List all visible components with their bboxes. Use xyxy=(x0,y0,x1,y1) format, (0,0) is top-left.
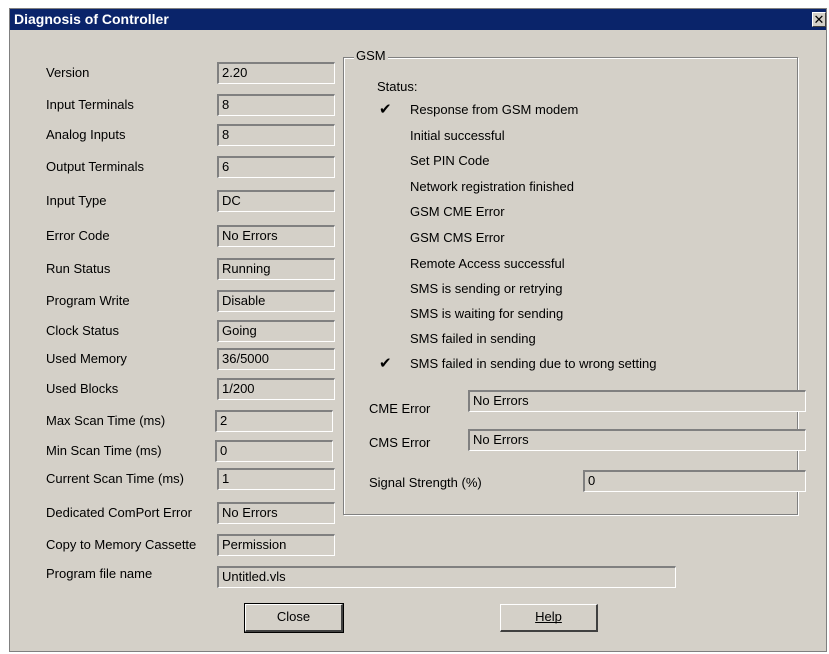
gsm-status-item: SMS is waiting for sending xyxy=(410,306,564,321)
program-file-label: Program file name xyxy=(46,566,153,581)
field-value[interactable]: 0 xyxy=(215,440,333,462)
cms-error-field[interactable]: No Errors xyxy=(468,429,806,451)
field-value[interactable]: 1 xyxy=(217,468,335,490)
field-value[interactable]: 8 xyxy=(217,94,335,116)
field-label: Current Scan Time (ms) xyxy=(46,471,184,486)
field-value[interactable]: No Errors xyxy=(217,225,335,247)
gsm-status-item: GSM CMS Error xyxy=(410,230,505,245)
field-label: Program Write xyxy=(46,293,130,308)
field-label: Dedicated ComPort Error xyxy=(46,505,192,520)
field-label: Input Terminals xyxy=(46,97,134,112)
gsm-group-title: GSM xyxy=(354,48,388,63)
gsm-status-item: GSM CME Error xyxy=(410,204,505,219)
cme-error-label: CME Error xyxy=(369,401,431,416)
gsm-status-item: SMS is sending or retrying xyxy=(410,281,563,296)
dialog-title: Diagnosis of Controller xyxy=(14,11,169,27)
field-value[interactable]: DC xyxy=(217,190,335,212)
help-button[interactable]: Help xyxy=(500,604,598,632)
close-button[interactable]: Close xyxy=(244,603,344,633)
field-label: Version xyxy=(46,65,90,80)
field-value[interactable]: No Errors xyxy=(217,502,335,524)
gsm-status-item: SMS failed in sending xyxy=(410,331,536,346)
field-label: Used Blocks xyxy=(46,381,119,396)
field-value[interactable]: 36/5000 xyxy=(217,348,335,370)
cms-error-label: CMS Error xyxy=(369,435,431,450)
gsm-status-label: Status: xyxy=(377,79,418,94)
program-file-field[interactable]: Untitled.vls xyxy=(217,566,676,588)
checkmark-icon: ✔ xyxy=(379,101,392,118)
signal-strength-label: Signal Strength (%) xyxy=(369,475,482,490)
gsm-status-item: Remote Access successful xyxy=(410,256,565,271)
field-value[interactable]: 6 xyxy=(217,156,335,178)
field-label: Max Scan Time (ms) xyxy=(46,413,166,428)
field-label: Min Scan Time (ms) xyxy=(46,443,162,458)
signal-strength-field[interactable]: 0 xyxy=(583,470,806,492)
field-value[interactable]: 2.20 xyxy=(217,62,335,84)
field-value[interactable]: 8 xyxy=(217,124,335,146)
field-label: Copy to Memory Cassette xyxy=(46,537,197,552)
cme-error-field[interactable]: No Errors xyxy=(468,390,806,412)
help-button-label: Help xyxy=(535,609,562,624)
gsm-status-item: Initial successful xyxy=(410,128,505,143)
gsm-status-item: SMS failed in sending due to wrong setti… xyxy=(410,356,657,371)
field-value[interactable]: Going xyxy=(217,320,335,342)
field-label: Output Terminals xyxy=(46,159,145,174)
field-label: Analog Inputs xyxy=(46,127,126,142)
field-label: Clock Status xyxy=(46,323,119,338)
field-value[interactable]: Disable xyxy=(217,290,335,312)
title-bar: Diagnosis of Controller ✕ xyxy=(10,9,826,30)
gsm-status-item: Set PIN Code xyxy=(410,153,490,168)
field-label: Input Type xyxy=(46,193,107,208)
gsm-status-item: Network registration finished xyxy=(410,179,575,194)
field-value[interactable]: 1/200 xyxy=(217,378,335,400)
field-label: Error Code xyxy=(46,228,110,243)
checkmark-icon: ✔ xyxy=(379,355,392,372)
close-icon[interactable]: ✕ xyxy=(812,12,826,27)
field-value[interactable]: 2 xyxy=(215,410,333,432)
field-value[interactable]: Permission xyxy=(217,534,335,556)
field-value[interactable]: Running xyxy=(217,258,335,280)
gsm-status-item: Response from GSM modem xyxy=(410,102,579,117)
field-label: Used Memory xyxy=(46,351,127,366)
field-label: Run Status xyxy=(46,261,111,276)
